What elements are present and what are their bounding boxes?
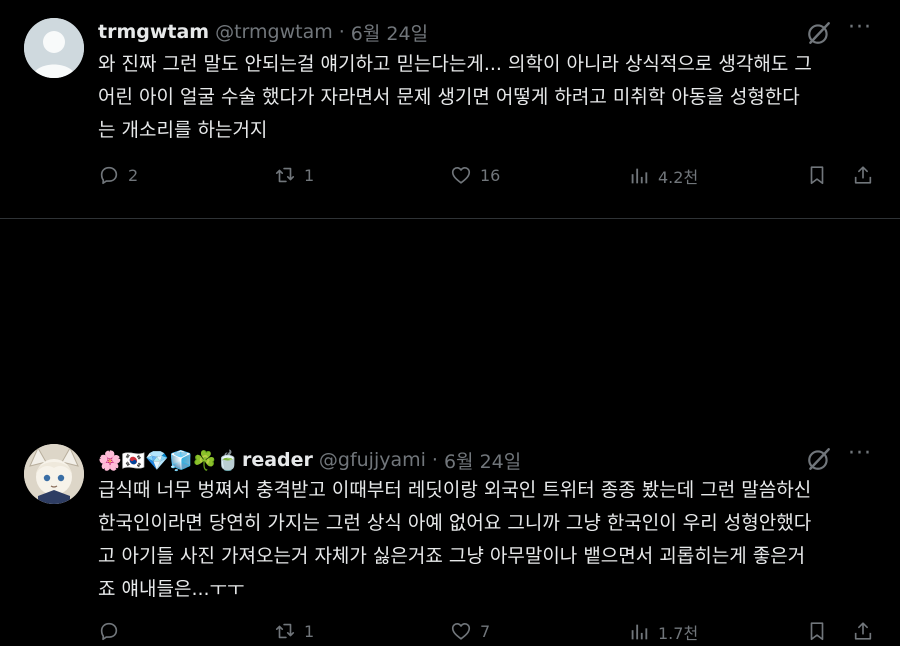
tweet-date[interactable]: 6월 24일 <box>351 19 428 46</box>
tweet-actions: 2 1 16 4.2천 <box>98 164 878 190</box>
anime-character-avatar-icon <box>24 444 84 504</box>
tweet-header: 🌸🇰🇷💎🧊☘️🍵 reader @gfujjyami · 6월 24일 <box>98 446 521 474</box>
repost-button[interactable]: 1 <box>274 620 314 642</box>
like-button[interactable]: 16 <box>450 164 500 186</box>
grok-icon[interactable] <box>806 20 832 46</box>
share-button[interactable] <box>852 620 874 642</box>
avatar[interactable] <box>24 18 84 78</box>
share-icon <box>854 622 872 640</box>
bookmark-button[interactable] <box>806 164 828 186</box>
view-count: 1.7천 <box>658 624 699 643</box>
more-options-icon[interactable]: ··· <box>848 443 872 465</box>
reply-icon <box>100 166 118 185</box>
tweet-date[interactable]: 6월 24일 <box>444 447 521 474</box>
display-name[interactable]: reader <box>242 449 313 471</box>
analytics-icon <box>631 624 648 640</box>
more-options-icon[interactable]: ··· <box>848 17 872 39</box>
tweet[interactable]: 🌸🇰🇷💎🧊☘️🍵 reader @gfujjyami · 6월 24일 ··· … <box>0 218 900 643</box>
bookmark-icon <box>810 622 824 641</box>
separator-dot: · <box>431 449 438 471</box>
like-count: 7 <box>480 621 491 641</box>
like-count: 16 <box>480 165 501 185</box>
views-button[interactable]: 4.2천 <box>628 164 698 188</box>
heart-icon <box>451 167 471 184</box>
display-name[interactable]: trmgwtam <box>98 21 209 43</box>
user-handle[interactable]: @trmgwtam <box>215 21 333 43</box>
tweet[interactable]: trmgwtam @trmgwtam · 6월 24일 ··· 와 진짜 그런 … <box>0 0 900 218</box>
like-button[interactable]: 7 <box>450 620 490 642</box>
tweet-header: trmgwtam @trmgwtam · 6월 24일 <box>98 18 428 46</box>
analytics-icon <box>631 168 648 184</box>
repost-button[interactable]: 1 <box>274 164 314 186</box>
reply-button[interactable]: 2 <box>98 164 138 186</box>
repost-icon <box>275 167 295 183</box>
default-avatar-icon <box>24 18 84 78</box>
heart-icon <box>451 623 471 640</box>
views-button[interactable]: 1.7천 <box>628 620 698 644</box>
separator-dot: · <box>338 21 345 43</box>
reply-button[interactable] <box>98 620 128 642</box>
reply-icon <box>100 622 118 641</box>
share-button[interactable] <box>852 164 874 186</box>
tweet-text: 급식때 너무 벙쪄서 충격받고 이때부터 레딧이랑 외국인 트위터 종종 봤는데… <box>98 479 812 600</box>
bookmark-icon <box>810 166 824 185</box>
repost-count: 1 <box>304 165 315 185</box>
emoji-badges: 🌸🇰🇷💎🧊☘️🍵 <box>98 449 240 472</box>
repost-count: 1 <box>304 621 315 641</box>
repost-icon <box>275 623 295 639</box>
reply-count: 2 <box>128 165 139 185</box>
avatar[interactable] <box>24 444 84 504</box>
share-icon <box>854 166 872 184</box>
tweet-text: 와 진짜 그런 말도 안되는걸 얘기하고 믿는다는게... 의학이 아니라 상식… <box>98 53 812 141</box>
bookmark-button[interactable] <box>806 620 828 642</box>
user-handle[interactable]: @gfujjyami <box>319 449 426 471</box>
tweet-actions: 1 7 1.7천 <box>98 620 878 646</box>
view-count: 4.2천 <box>658 168 699 187</box>
